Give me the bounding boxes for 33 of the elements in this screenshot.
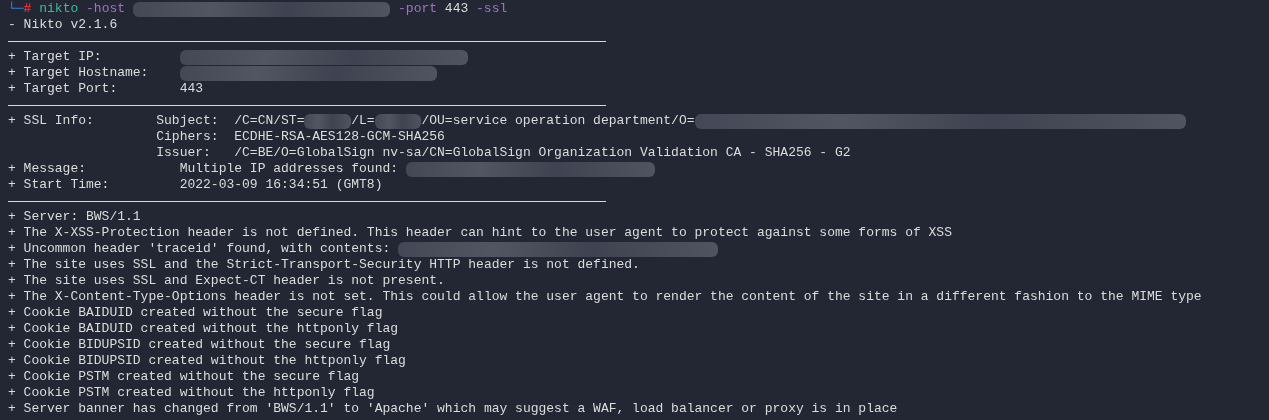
output-line: + SSL Info: Subject: /C=CN/ST= [8,113,305,129]
output-line: + Cookie BAIDUID created without the httponly flag [8,321,399,337]
output-line: + The X-Content-Type-Options header is not set. This could allow the user agent to render the content of the site in a different fashion to the MIME type [8,289,1202,305]
prompt-symbol: # [23,1,32,17]
output-line: + Uncommon header 'traceid' found, with contents: [8,241,392,257]
output-line: + Target Port: 443 [8,81,204,97]
output-line: + Cookie PSTM created without the secure flag [8,369,360,385]
output-line: + Server banner has changed from 'BWS/1.1' to 'Apache' which may suggest a WAF, load balancer or proxy is in place [8,401,898,417]
command-option: -port [390,1,438,17]
command-option: -host [78,1,133,17]
output-line: + The X-XSS-Protection header is not defined. This header can hint to the user agent to protect against some forms of XSS [8,225,952,241]
command-name: nikto [38,1,79,17]
command-option: -ssl [468,1,508,17]
output-line: - Nikto v2.1.6 [8,17,118,33]
output-line: + Cookie BIDUPSID created without the secure flag [8,337,391,353]
output-line: + Cookie BAIDUID created without the secure flag [8,305,383,321]
output-line: + Cookie PSTM created without the httponly flag [8,385,375,401]
output-line: /L= [351,113,375,129]
output-line: + The site uses SSL and Expect-CT header is not present. [8,273,445,289]
output-line: + Start Time: 2022-03-09 16:34:51 (GMT8) [8,177,383,193]
output-line: /OU=service operation department/O= [421,113,695,129]
output-line: + The site uses SSL and the Strict-Transport-Security HTTP header is not defined. [8,257,640,273]
output-line: + Target Hostname: [8,65,150,81]
output-line: Issuer: /C=BE/O=GlobalSign nv-sa/CN=GlobalSign Organization Validation CA - SHA256 - G2 [155,145,851,161]
output-line: + Server: BWS/1.1 [8,209,141,225]
output-text: 443 [443,1,469,17]
output-line: Ciphers: ECDHE-RSA-AES128-GCM-SHA256 [155,129,445,145]
redacted-blur [374,113,422,129]
output-line: + Cookie BIDUPSID created without the httponly flag [8,353,406,369]
prompt-text: └─ [8,1,24,17]
output-line: + Message: Multiple IP addresses found: [8,161,400,177]
redacted-blur [304,113,352,129]
output-line: + Target IP: [8,49,103,65]
